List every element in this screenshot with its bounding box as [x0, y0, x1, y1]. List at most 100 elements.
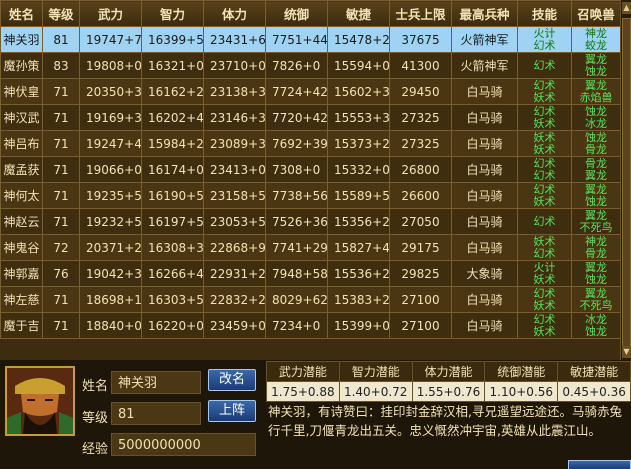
scroll-down-arrow-icon[interactable]: ▼: [622, 346, 631, 358]
col-header-wuli[interactable]: 武力: [79, 0, 142, 27]
skills-cell: 幻术 妖术: [517, 312, 572, 339]
table-row[interactable]: 神郭嘉 76 19042+3 16266+4 22931+2 7948+58 15536+2…: [0, 260, 620, 287]
troop-cap-cell: 27325: [389, 130, 452, 157]
beast-tag: 冰龙: [585, 312, 607, 326]
scroll-up-arrow-icon[interactable]: ▲: [622, 2, 631, 14]
table-row[interactable]: 神左慈 71 18698+1 16303+5 22832+2 8029+62 15383+2…: [0, 286, 620, 313]
col-header-minjie[interactable]: 敏捷: [327, 0, 390, 27]
beasts-cell: 冰龙 蚀龙: [571, 312, 620, 339]
skill-tag: 幻术: [533, 58, 556, 72]
potential-value: 1.75+0.88: [266, 381, 340, 402]
zhili-cell: 16202+4: [141, 104, 204, 131]
troop-cap-cell: 37675: [389, 26, 452, 53]
hero-name-field: 神关羽: [111, 371, 201, 394]
beast-tag: 神龙: [585, 26, 607, 40]
table-scrollbar[interactable]: ▲ ▼: [620, 0, 631, 360]
tongyu-cell: 7526+36: [265, 208, 328, 235]
table-row[interactable]: 魔孙策 83 19808+0 16321+0 23710+0 7826+0 15594+0 4…: [0, 52, 620, 79]
skill-tag: 妖术: [533, 90, 556, 104]
potential-value: 0.45+0.36: [557, 381, 631, 402]
col-header-troop-cap[interactable]: 士兵上限: [389, 0, 452, 27]
tili-cell: 23459+0: [203, 312, 266, 339]
minjie-cell: 15602+3: [327, 78, 390, 105]
beast-tag: 蚀龙: [585, 64, 607, 78]
troop-cap-cell: 27050: [389, 208, 452, 235]
hero-description: 神关羽，有诗赞曰：挂印封金辞汉相,寻兄遥望远途还。马骑赤兔行千里,刀偃青龙出五关…: [268, 404, 622, 438]
table-row[interactable]: 神鬼谷 72 20371+2 16308+3 22868+9 7741+29 15827+4…: [0, 234, 620, 261]
level-cell: 71: [42, 286, 80, 313]
skill-tag: 妖术: [533, 194, 556, 208]
col-header-skills[interactable]: 技能: [517, 0, 572, 27]
wuli-cell: 19747+7: [79, 26, 142, 53]
beast-tag: 骨龙: [585, 156, 607, 170]
table-row[interactable]: 神吕布 71 19247+4 15984+2 23089+3 7692+39 15373+2…: [0, 130, 620, 157]
beasts-cell: 骨龙 翼龙: [571, 156, 620, 183]
tili-cell: 23053+5: [203, 208, 266, 235]
skills-cell: 妖术 妖术: [517, 130, 572, 157]
skill-tag: 妖术: [533, 324, 556, 338]
table-row[interactable]: 神关羽 81 19747+7 16399+5 23431+6 7751+44 15478+2…: [0, 26, 620, 53]
beast-tag: 骨龙: [585, 142, 607, 156]
beast-tag: 蚀龙: [585, 324, 607, 338]
hero-name-cell: 神吕布: [0, 130, 43, 157]
skill-tag: 幻术: [533, 246, 556, 260]
tongyu-cell: 8029+62: [265, 286, 328, 313]
hero-name-cell: 魔于吉: [0, 312, 43, 339]
skill-tag: 妖术: [533, 130, 556, 144]
tongyu-cell: 7724+42: [265, 78, 328, 105]
bottom-action-button[interactable]: [568, 460, 631, 469]
table-row[interactable]: 神汉武 71 19169+3 16202+4 23146+3 7720+42 15553+3…: [0, 104, 620, 131]
col-header-tongyu[interactable]: 统御: [265, 0, 328, 27]
table-row[interactable]: 魔孟获 71 19066+0 16174+0 23413+0 7308+0 15332+0 2…: [0, 156, 620, 183]
skill-tag: 幻术: [533, 214, 556, 228]
col-header-beasts[interactable]: 召唤兽: [571, 0, 620, 27]
beasts-cell: 神龙 蛟龙: [571, 26, 620, 53]
unit-cell: 白马骑: [451, 312, 518, 339]
unit-cell: 大象骑: [451, 260, 518, 287]
table-header-row: 姓名 等级 武力 智力 体力 统御 敏捷 士兵上限 最高兵种 技能 召唤兽: [0, 0, 620, 27]
col-header-level[interactable]: 等级: [42, 0, 80, 27]
minjie-cell: 15594+0: [327, 52, 390, 79]
minjie-cell: 15589+5: [327, 182, 390, 209]
skill-tag: 幻术: [533, 168, 556, 182]
skill-tag: 幻术: [533, 78, 556, 92]
minjie-cell: 15827+4: [327, 234, 390, 261]
level-cell: 72: [42, 234, 80, 261]
table-row[interactable]: 神伏皇 71 20350+3 16162+2 23138+3 7724+42 15602+3…: [0, 78, 620, 105]
zhili-cell: 16174+0: [141, 156, 204, 183]
wuli-cell: 19247+4: [79, 130, 142, 157]
troop-cap-cell: 29825: [389, 260, 452, 287]
level-cell: 76: [42, 260, 80, 287]
col-header-name[interactable]: 姓名: [0, 0, 43, 27]
table-row[interactable]: 神赵云 71 19232+5 16197+5 23053+5 7526+36 15356+2…: [0, 208, 620, 235]
table-body: 神关羽 81 19747+7 16399+5 23431+6 7751+44 15478+2…: [0, 26, 620, 339]
troop-cap-cell: 26600: [389, 182, 452, 209]
skills-cell: 火计 妖术: [517, 260, 572, 287]
unit-cell: 白马骑: [451, 208, 518, 235]
col-header-zhili[interactable]: 智力: [141, 0, 204, 27]
col-header-unit[interactable]: 最高兵种: [451, 0, 518, 27]
unit-cell: 白马骑: [451, 78, 518, 105]
table-row[interactable]: 魔于吉 71 18840+0 16220+0 23459+0 7234+0 15399+0 2…: [0, 312, 620, 339]
skill-tag: 妖术: [533, 298, 556, 312]
name-label: 姓名: [82, 379, 109, 394]
skills-cell: 幻术: [517, 208, 572, 235]
potential-header: 体力潜能: [411, 361, 486, 382]
tongyu-cell: 7738+56: [265, 182, 328, 209]
tongyu-cell: 7692+39: [265, 130, 328, 157]
zhili-cell: 16399+5: [141, 26, 204, 53]
tongyu-cell: 7826+0: [265, 52, 328, 79]
minjie-cell: 15553+3: [327, 104, 390, 131]
rename-button[interactable]: 改名: [208, 369, 256, 391]
deploy-button[interactable]: 上阵: [208, 400, 256, 422]
col-header-tili[interactable]: 体力: [203, 0, 266, 27]
hero-roster: 姓名 等级 武力 智力 体力 统御 敏捷 士兵上限 最高兵种 技能 召唤兽 神关…: [0, 0, 620, 360]
unit-cell: 火箭神军: [451, 26, 518, 53]
hero-name-cell: 神伏皇: [0, 78, 43, 105]
table-row[interactable]: 神何太 71 19235+5 16190+5 23158+5 7738+56 15589+5…: [0, 182, 620, 209]
hero-name-cell: 神鬼谷: [0, 234, 43, 261]
scrollbar-thumb[interactable]: [622, 18, 631, 358]
beasts-cell: 翼龙 蚀龙: [571, 182, 620, 209]
wuli-cell: 20371+2: [79, 234, 142, 261]
potential-value: 1.40+0.72: [338, 381, 413, 402]
